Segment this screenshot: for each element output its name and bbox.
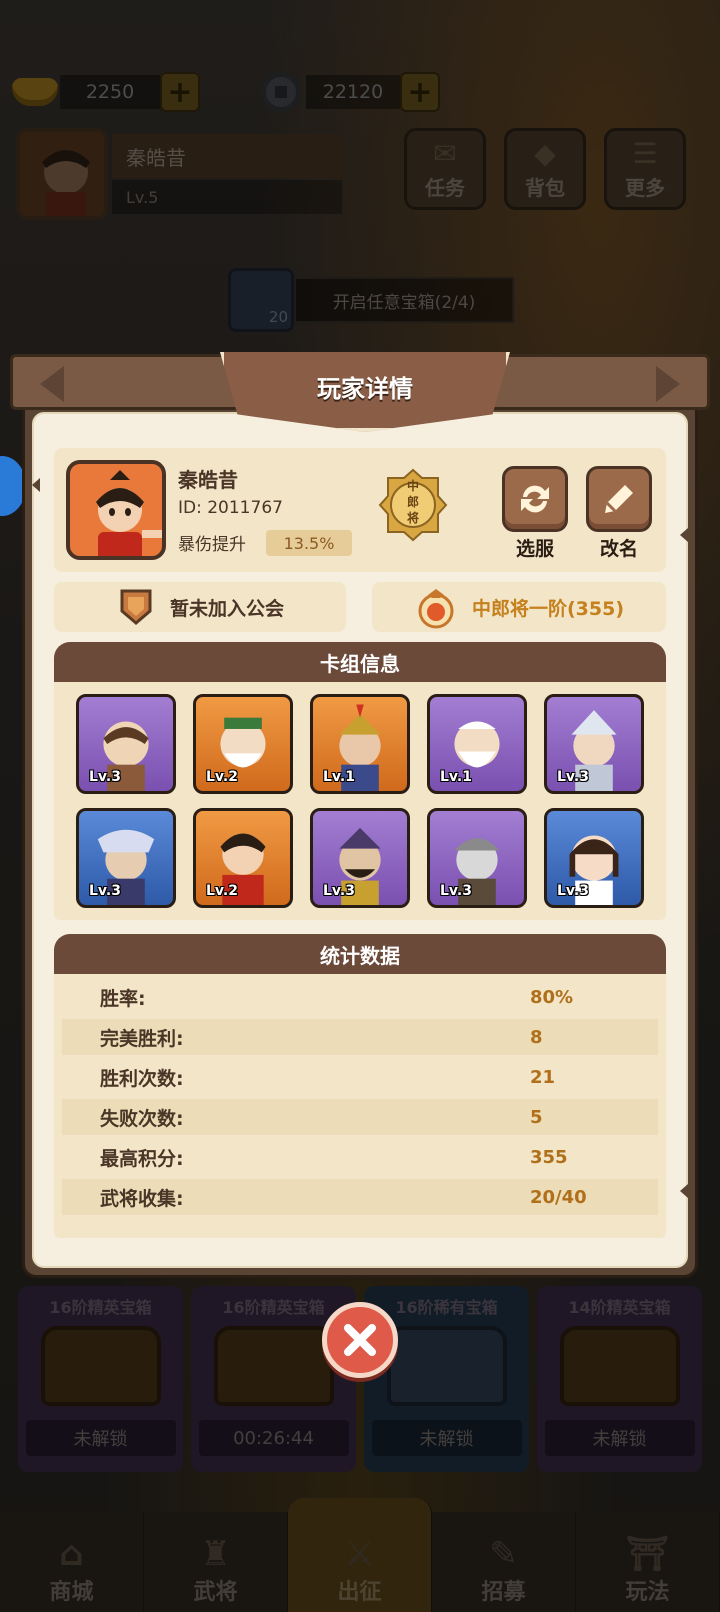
crit-label: 暴伤提升 bbox=[178, 535, 246, 555]
banner-right-arrow-icon bbox=[656, 366, 680, 402]
deck-grid: Lv.3 Lv.2 Lv.1 Lv.1 Lv.3 Lv.3 Lv.2 Lv.3 Lv.3 Lv.3 bbox=[76, 694, 646, 908]
stat-label: 胜利次数: bbox=[100, 1067, 184, 1090]
guild-text: 暂未加入公会 bbox=[169, 597, 284, 620]
hero-card[interactable]: Lv.3 bbox=[310, 808, 410, 908]
close-icon bbox=[344, 1324, 376, 1356]
player-avatar bbox=[66, 460, 166, 560]
hero-card-level: Lv.3 bbox=[557, 883, 589, 899]
refresh-icon bbox=[521, 485, 549, 513]
stat-label: 最高积分: bbox=[100, 1147, 184, 1170]
notch-icon bbox=[680, 1184, 688, 1198]
rename-label: 改名 bbox=[599, 538, 638, 560]
stat-value: 80% bbox=[530, 986, 574, 1008]
hero-card-level: Lv.3 bbox=[89, 883, 121, 899]
player-id: ID: 2011767 bbox=[178, 498, 283, 518]
select-server-button[interactable] bbox=[502, 466, 568, 532]
stat-row: 胜利次数: 21 bbox=[62, 1059, 658, 1095]
hero-card[interactable]: Lv.3 bbox=[544, 694, 644, 794]
stat-label: 武将收集: bbox=[100, 1187, 184, 1210]
hero-card-level: Lv.3 bbox=[89, 769, 121, 785]
hero-card[interactable]: Lv.1 bbox=[427, 694, 527, 794]
shield-icon bbox=[120, 589, 152, 625]
select-server-label: 选服 bbox=[515, 538, 554, 560]
hero-card[interactable]: Lv.2 bbox=[193, 694, 293, 794]
stat-row: 武将收集: 20/40 bbox=[62, 1179, 658, 1215]
hero-card-level: Lv.1 bbox=[440, 769, 472, 785]
pencil-icon bbox=[605, 485, 633, 513]
deck-header: 卡组信息 bbox=[54, 642, 666, 682]
stat-label: 完美胜利: bbox=[100, 1027, 184, 1050]
medal-text: 中郎将 bbox=[406, 479, 419, 525]
hero-card[interactable]: Lv.3 bbox=[544, 808, 644, 908]
stat-value: 20/40 bbox=[530, 1186, 587, 1208]
crit-value: 13.5% bbox=[266, 530, 352, 556]
rank-pouch-icon bbox=[418, 589, 454, 629]
stats-header: 统计数据 bbox=[54, 934, 666, 974]
stat-value: 5 bbox=[530, 1106, 543, 1128]
hero-card[interactable]: Lv.1 bbox=[310, 694, 410, 794]
rename-button[interactable] bbox=[586, 466, 652, 532]
guild-status[interactable]: 暂未加入公会 bbox=[54, 582, 346, 632]
stat-row: 失败次数: 5 bbox=[62, 1099, 658, 1135]
player-name: 秦皓昔 bbox=[178, 468, 238, 492]
modal-title: 玩家详情 bbox=[317, 374, 413, 403]
hero-portrait-icon bbox=[96, 470, 162, 556]
hero-card-level: Lv.3 bbox=[557, 769, 589, 785]
hero-card-level: Lv.3 bbox=[440, 883, 472, 899]
hero-card[interactable]: Lv.3 bbox=[76, 808, 176, 908]
stat-row: 胜率: 80% bbox=[62, 979, 658, 1015]
notch-icon bbox=[680, 528, 688, 542]
hero-card-level: Lv.3 bbox=[323, 883, 355, 899]
stat-value: 21 bbox=[530, 1066, 556, 1088]
rank-medal-icon: 中郎将 bbox=[378, 468, 448, 542]
rank-text: 中郎将一阶(355) bbox=[471, 597, 625, 620]
banner-left-arrow-icon bbox=[40, 366, 64, 402]
hero-card[interactable]: Lv.3 bbox=[427, 808, 527, 908]
stat-row: 完美胜利: 8 bbox=[62, 1019, 658, 1055]
close-button[interactable] bbox=[322, 1302, 398, 1378]
stat-label: 胜率: bbox=[100, 987, 146, 1010]
stat-row: 最高积分: 355 bbox=[62, 1139, 658, 1175]
notch-icon bbox=[32, 478, 40, 492]
hero-card-level: Lv.2 bbox=[206, 769, 238, 785]
stat-value: 355 bbox=[530, 1146, 568, 1168]
hero-card-level: Lv.2 bbox=[206, 883, 238, 899]
rank-status[interactable]: 中郎将一阶(355) bbox=[372, 582, 666, 632]
hero-card[interactable]: Lv.2 bbox=[193, 808, 293, 908]
stat-label: 失败次数: bbox=[100, 1107, 184, 1130]
hero-card-level: Lv.1 bbox=[323, 769, 355, 785]
hero-card[interactable]: Lv.3 bbox=[76, 694, 176, 794]
stat-value: 8 bbox=[530, 1026, 543, 1048]
